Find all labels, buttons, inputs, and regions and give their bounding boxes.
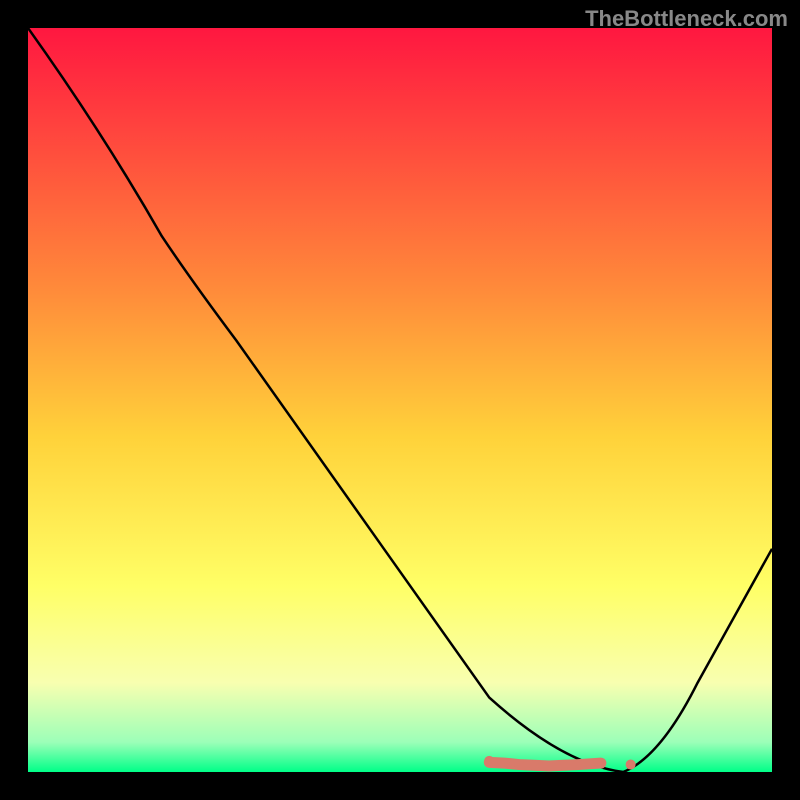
marker-dot bbox=[596, 758, 606, 768]
chart-svg bbox=[28, 28, 772, 772]
marker-dot bbox=[514, 760, 524, 770]
marker-dot bbox=[574, 760, 584, 770]
watermark: TheBottleneck.com bbox=[585, 6, 788, 32]
marker-dot bbox=[626, 760, 636, 770]
marker-dot bbox=[484, 756, 494, 766]
heatmap-background bbox=[28, 28, 772, 772]
bottleneck-chart bbox=[28, 28, 772, 772]
marker-dot bbox=[544, 761, 554, 771]
marker-dot bbox=[499, 758, 509, 768]
marker-dot bbox=[559, 760, 569, 770]
marker-dot bbox=[529, 760, 539, 770]
